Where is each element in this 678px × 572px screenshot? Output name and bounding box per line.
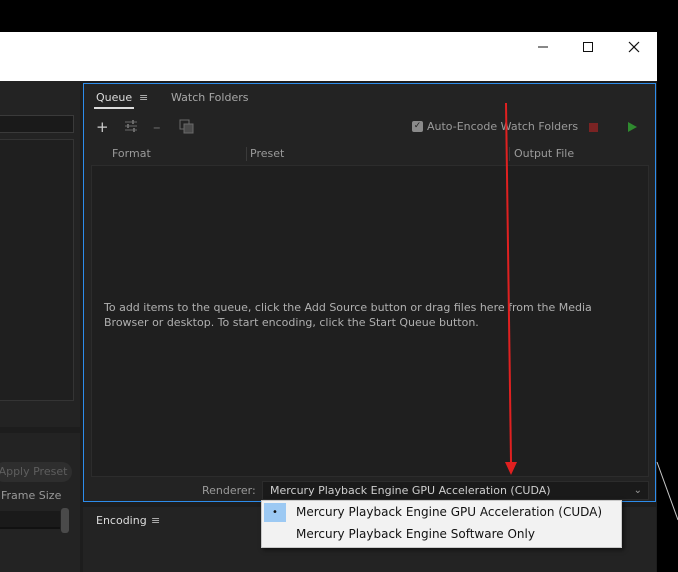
annotation-arrow	[505, 102, 678, 521]
